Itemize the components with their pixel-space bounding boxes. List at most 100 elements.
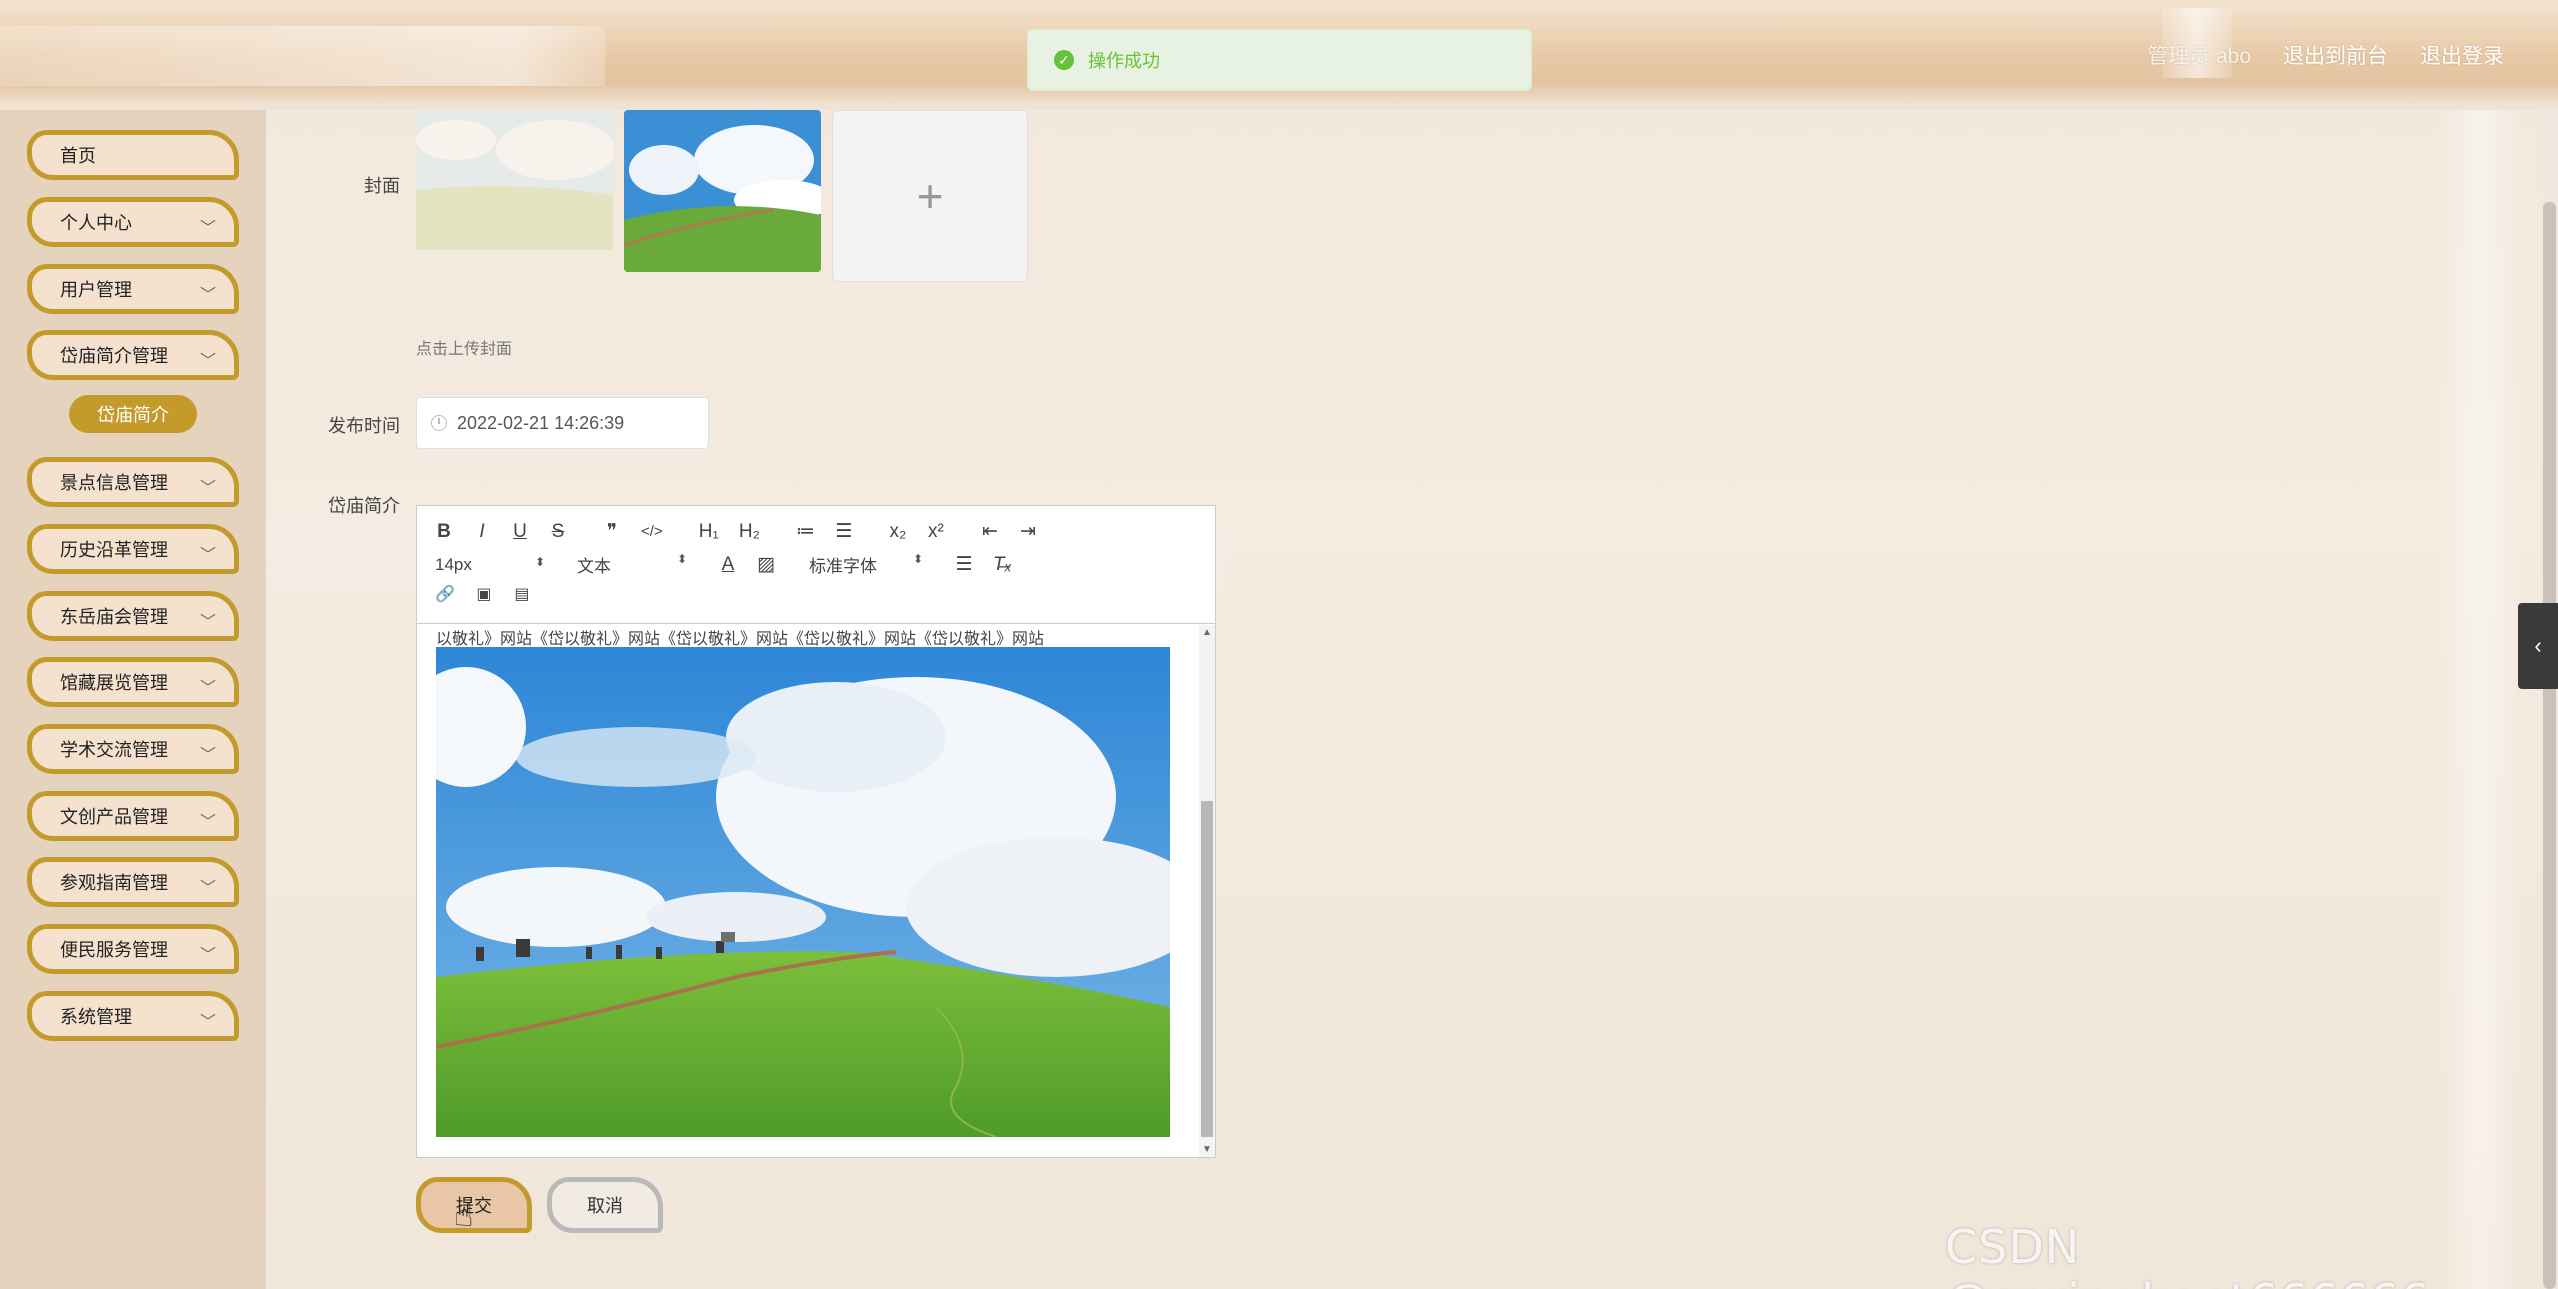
chevron-down-icon: ﹀ [199, 547, 216, 564]
heading-2-button[interactable]: H₂ [739, 521, 760, 543]
temple-intro-label: 岱庙简介 [328, 496, 400, 516]
background-light-band [2440, 110, 2520, 1289]
outdent-button[interactable]: ⇤ [981, 520, 999, 543]
editor-text-line: 以敬礼》网站《岱以敬礼》网站《岱以敬礼》网站《岱以敬礼》网站《岱以敬礼》网站 [436, 631, 1045, 648]
sidebar-item-label: 学术交流管理 [60, 740, 168, 760]
rich-text-editor[interactable]: B I U S ❞ </> H₁ H₂ ≔ ☰ x₂ x² ⇤ ⇥ 14px ⬍ … [416, 505, 1216, 1158]
sidebar-item-personal-center[interactable]: 个人中心 ﹀ [27, 197, 239, 247]
sidebar-item-exhibition-mgmt[interactable]: 馆藏展览管理 ﹀ [27, 657, 239, 707]
ordered-list-button[interactable]: ≔ [796, 520, 815, 543]
select-arrows-icon: ⬍ [676, 552, 687, 566]
cancel-button[interactable]: 取消 [547, 1177, 663, 1233]
blockquote-button[interactable]: ❞ [603, 520, 621, 543]
font-size-select[interactable]: 14px ⬍ [435, 555, 545, 575]
header-links: 管理员 abo 退出到前台 退出登录 [2147, 40, 2504, 70]
toolbar-row-2: 14px ⬍ 文本 ⬍ A ▨ 标准字体 ⬍ ☰ T̶ₓ [435, 552, 1032, 577]
toolbar-row-3: 🔗 ▣ ▤ [435, 584, 551, 604]
chevron-down-icon: ﹀ [199, 1014, 216, 1031]
sidebar-item-cultural-products-mgmt[interactable]: 文创产品管理 ﹀ [27, 791, 239, 841]
chevron-down-icon: ﹀ [199, 814, 216, 831]
sidebar-item-label: 用户管理 [60, 280, 132, 300]
sidebar-item-history-mgmt[interactable]: 历史沿革管理 ﹀ [27, 524, 239, 574]
font-family-value: 标准字体 [809, 557, 877, 576]
watermark: CSDN @springboot666666 [1945, 1220, 2429, 1289]
code-block-button[interactable]: </> [641, 523, 663, 540]
publish-time-value: 2022-02-21 14:26:39 [457, 412, 625, 433]
submit-button[interactable]: 提交 [416, 1177, 532, 1233]
cover-label: 封面 [364, 176, 400, 196]
font-size-value: 14px [435, 554, 472, 574]
sidebar-item-label: 历史沿革管理 [60, 540, 168, 560]
exit-to-frontend-link[interactable]: 退出到前台 [2283, 40, 2388, 70]
chevron-down-icon: ﹀ [199, 747, 216, 764]
sidebar-item-label: 东岳庙会管理 [60, 607, 168, 627]
logout-link[interactable]: 退出登录 [2420, 40, 2504, 70]
chevron-down-icon: ﹀ [199, 480, 216, 497]
font-color-icon[interactable]: A [719, 554, 737, 576]
text-type-select[interactable]: 文本 ⬍ [577, 552, 687, 577]
superscript-button[interactable]: x² [927, 521, 945, 543]
editor-scrollbar[interactable]: ▲ ▼ [1199, 625, 1215, 1157]
sidebar-item-visit-guide-mgmt[interactable]: 参观指南管理 ﹀ [27, 857, 239, 907]
heading-1-button[interactable]: H₁ [699, 521, 719, 543]
clear-format-icon[interactable]: T̶ₓ [993, 554, 1012, 576]
sidebar-item-temple-intro-mgmt[interactable]: 岱庙简介管理 ﹀ [27, 330, 239, 380]
chevron-up-icon: ﹀ [199, 353, 216, 370]
upload-hint: 点击上传封面 [416, 341, 513, 358]
sidebar-item-label: 首页 [60, 146, 96, 166]
sidebar-item-label: 文创产品管理 [60, 807, 168, 827]
select-arrows-icon: ⬍ [534, 554, 545, 569]
background-color-icon[interactable]: ▨ [757, 553, 775, 576]
chevron-down-icon: ﹀ [199, 680, 216, 697]
side-panel-toggle[interactable]: ‹ [2518, 603, 2558, 689]
plus-icon: + [916, 170, 944, 222]
underline-button[interactable]: U [511, 521, 529, 543]
success-toast: ✓ 操作成功 [1027, 29, 1532, 91]
sidebar-item-scenic-info-mgmt[interactable]: 景点信息管理 ﹀ [27, 457, 239, 507]
landscape-image [624, 110, 821, 272]
image-icon[interactable]: ▣ [475, 584, 493, 604]
italic-button[interactable]: I [473, 521, 491, 543]
editor-content[interactable]: 以敬礼》网站《岱以敬礼》网站《岱以敬礼》网站《岱以敬礼》网站《岱以敬礼》网站 [417, 625, 1201, 1157]
sidebar-subitem-temple-intro[interactable]: 岱庙简介 [69, 395, 197, 433]
bold-button[interactable]: B [435, 521, 453, 543]
cover-thumbnail-2[interactable] [624, 110, 821, 272]
align-icon[interactable]: ☰ [955, 553, 973, 576]
sidebar-item-temple-fair-mgmt[interactable]: 东岳庙会管理 ﹀ [27, 591, 239, 641]
video-icon[interactable]: ▤ [513, 584, 531, 604]
chevron-left-icon: ‹ [2534, 633, 2542, 658]
editor-scroll-thumb[interactable] [1201, 801, 1213, 1137]
bullet-list-button[interactable]: ☰ [835, 520, 853, 543]
sidebar-item-label: 参观指南管理 [60, 873, 168, 893]
editor-embedded-image[interactable] [436, 647, 1170, 1137]
sidebar: 首页 个人中心 ﹀ 用户管理 ﹀ 岱庙简介管理 ﹀ 岱庙简介 景点信息管理 ﹀ 历史沿革… [0, 110, 266, 1289]
cover-upload-button[interactable]: + [832, 110, 1028, 282]
indent-button[interactable]: ⇥ [1019, 520, 1037, 543]
select-arrows-icon: ⬍ [912, 552, 923, 566]
cover-thumbnail-1[interactable] [416, 110, 613, 250]
chevron-down-icon: ﹀ [199, 880, 216, 897]
sidebar-item-home[interactable]: 首页 [27, 130, 239, 180]
page-scrollbar[interactable] [2541, 110, 2558, 1289]
subscript-button[interactable]: x₂ [889, 521, 907, 543]
chevron-down-icon: ﹀ [199, 614, 216, 631]
scroll-up-icon[interactable]: ▲ [1202, 627, 1212, 638]
strike-button[interactable]: S [549, 521, 567, 543]
publish-time-input[interactable]: 2022-02-21 14:26:39 [416, 397, 709, 449]
page-scroll-thumb[interactable] [2543, 202, 2556, 1289]
toast-message: 操作成功 [1088, 51, 1160, 71]
check-circle-icon: ✓ [1054, 50, 1074, 70]
link-icon[interactable]: 🔗 [435, 584, 455, 604]
sidebar-item-system-mgmt[interactable]: 系统管理 ﹀ [27, 991, 239, 1041]
sidebar-item-label: 景点信息管理 [60, 473, 168, 493]
sidebar-item-academic-mgmt[interactable]: 学术交流管理 ﹀ [27, 724, 239, 774]
sidebar-item-user-mgmt[interactable]: 用户管理 ﹀ [27, 264, 239, 314]
font-family-select[interactable]: 标准字体 ⬍ [809, 552, 923, 577]
sidebar-item-label: 系统管理 [60, 1007, 132, 1027]
chevron-down-icon: ﹀ [199, 220, 216, 237]
sidebar-item-public-service-mgmt[interactable]: 便民服务管理 ﹀ [27, 924, 239, 974]
header-glass-decoration [0, 26, 605, 86]
sidebar-item-label: 馆藏展览管理 [60, 673, 168, 693]
publish-time-label: 发布时间 [328, 416, 400, 436]
scroll-down-icon[interactable]: ▼ [1202, 1144, 1212, 1155]
